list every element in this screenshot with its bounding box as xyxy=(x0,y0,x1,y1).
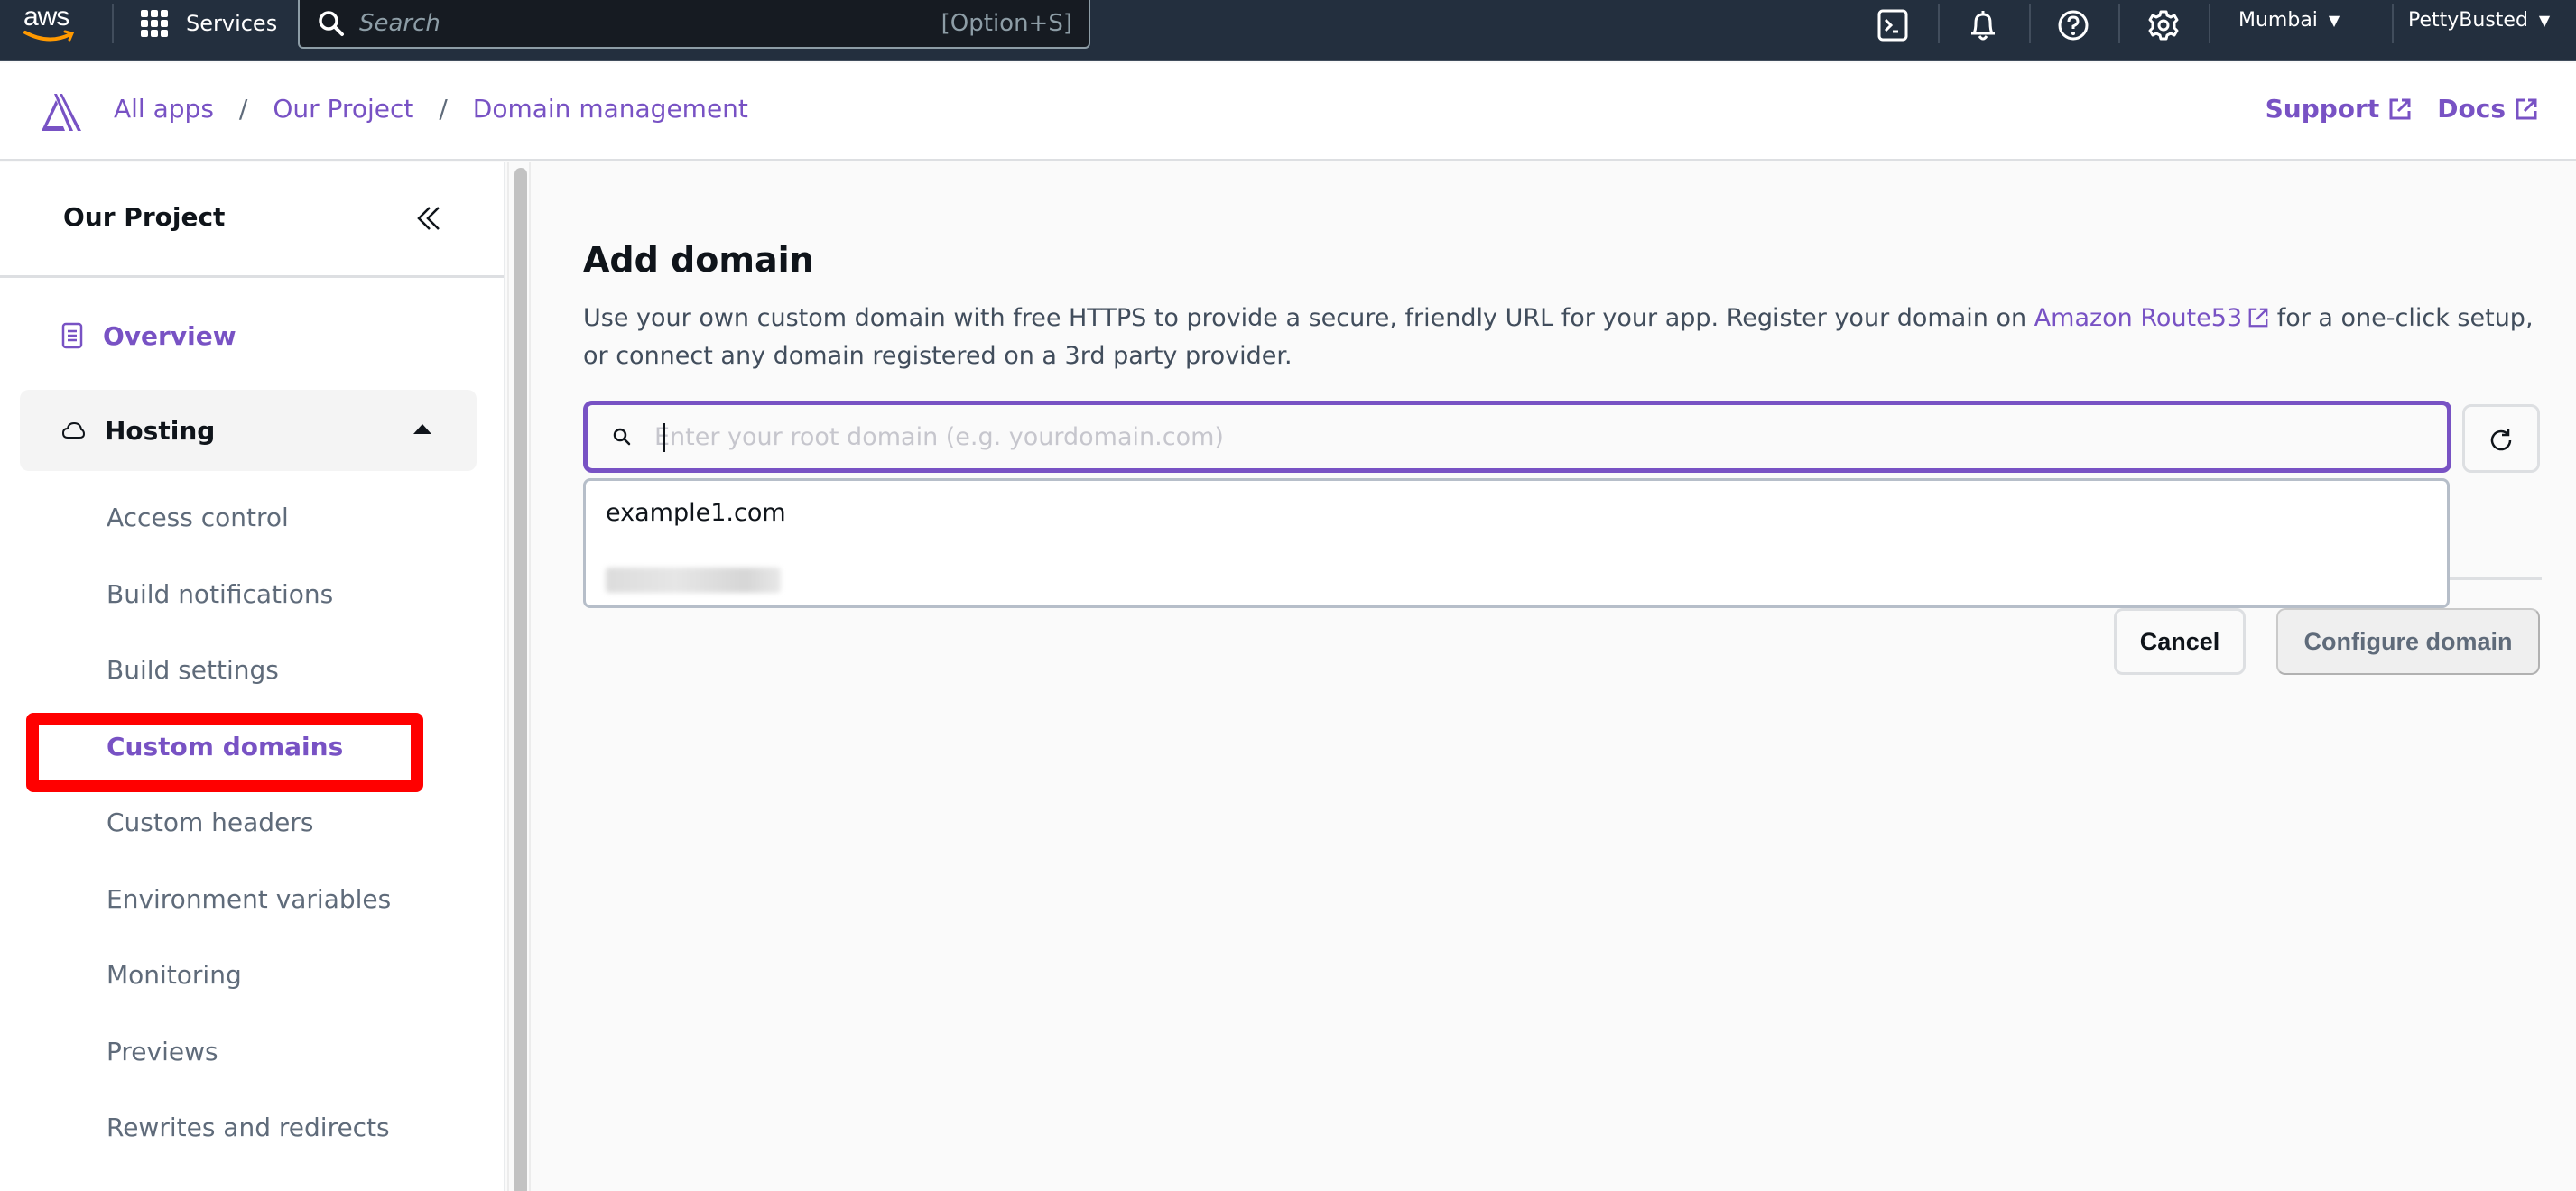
sidebar-item-build-notifications[interactable]: Build notifications xyxy=(107,579,333,609)
breadcrumb-our-project[interactable]: Our Project xyxy=(273,94,413,124)
sidebar-item-label: Overview xyxy=(103,320,236,351)
page-description: Use your own custom domain with free HTT… xyxy=(583,300,2551,375)
configure-domain-button[interactable]: Configure domain xyxy=(2276,608,2540,675)
cloud-icon xyxy=(61,421,85,439)
topbar-divider xyxy=(2029,4,2031,43)
help-button[interactable] xyxy=(2055,7,2091,43)
route53-link[interactable]: Amazon Route53 xyxy=(2034,304,2269,332)
refresh-button[interactable] xyxy=(2462,404,2540,473)
sidebar-item-environment-variables[interactable]: Environment variables xyxy=(107,884,391,914)
search-shortcut-hint: [Option+S] xyxy=(941,10,1072,37)
bell-icon xyxy=(1971,11,1995,41)
gear-icon xyxy=(2148,10,2179,41)
cloudshell-button[interactable] xyxy=(1875,7,1911,43)
global-search-input[interactable]: Search [Option+S] xyxy=(298,0,1090,49)
services-grid-icon xyxy=(141,10,168,37)
description-text: Use your own custom domain with free HTT… xyxy=(583,304,2034,332)
sidebar-item-overview[interactable]: Overview xyxy=(56,318,236,354)
dropdown-option-blurred[interactable] xyxy=(606,568,781,593)
account-menu[interactable]: PettyBusted ▼ xyxy=(2408,9,2550,32)
search-placeholder: Search xyxy=(359,10,440,37)
aws-logo-text: aws xyxy=(23,2,69,32)
docs-link[interactable]: Docs xyxy=(2437,94,2538,124)
sidebar-section-hosting[interactable]: Hosting xyxy=(20,390,477,471)
caret-down-icon: ▼ xyxy=(2538,12,2551,29)
external-link-icon xyxy=(2516,98,2537,119)
sidebar-item-custom-headers[interactable]: Custom headers xyxy=(107,808,313,837)
refresh-icon xyxy=(2490,429,2512,451)
root-domain-input-field[interactable] xyxy=(583,401,2451,473)
double-chevron-left-icon xyxy=(417,207,440,230)
docs-label: Docs xyxy=(2437,94,2506,124)
search-icon xyxy=(613,428,631,446)
collapse-sidebar-button[interactable] xyxy=(412,202,448,238)
breadcrumb-domain-management[interactable]: Domain management xyxy=(473,94,748,124)
sidebar-header: Our Project xyxy=(0,162,504,278)
support-label: Support xyxy=(2265,94,2380,124)
route53-link-label: Amazon Route53 xyxy=(2034,304,2243,332)
header-links: Support Docs xyxy=(2266,94,2538,124)
account-name: PettyBusted xyxy=(2408,9,2528,32)
amplify-logo[interactable] xyxy=(40,92,85,135)
topbar-divider xyxy=(1938,4,1940,43)
scrollbar-thumb[interactable] xyxy=(514,168,527,1191)
root-domain-input[interactable] xyxy=(654,422,2447,451)
services-menu-button[interactable]: Services xyxy=(141,7,277,40)
sidebar-title: Our Project xyxy=(63,202,226,232)
sidebar-item-previews[interactable]: Previews xyxy=(107,1037,218,1066)
sidebar-item-rewrites-and-redirects[interactable]: Rewrites and redirects xyxy=(107,1113,390,1142)
sidebar-item-custom-domains[interactable]: Custom domains xyxy=(107,732,343,762)
sidebar-item-access-control[interactable]: Access control xyxy=(107,503,289,532)
breadcrumb-all-apps[interactable]: All apps xyxy=(114,94,214,124)
breadcrumb: All apps / Our Project / Domain manageme… xyxy=(114,94,748,124)
app-header: All apps / Our Project / Domain manageme… xyxy=(0,63,2576,161)
help-icon xyxy=(2058,10,2089,41)
topbar-divider xyxy=(2392,4,2394,43)
sidebar-item-monitoring[interactable]: Monitoring xyxy=(107,960,242,990)
caret-up-icon xyxy=(413,424,431,434)
region-selector[interactable]: Mumbai ▼ xyxy=(2238,9,2340,32)
aws-smile-icon xyxy=(23,30,75,42)
amplify-logo-icon xyxy=(42,94,81,131)
cancel-button[interactable]: Cancel xyxy=(2114,608,2246,675)
topbar-divider xyxy=(2209,4,2210,43)
sidebar-item-build-settings[interactable]: Build settings xyxy=(107,655,279,685)
side-navigation: Our Project Overview Hosting Access cont… xyxy=(0,162,505,1191)
aws-top-navigation: aws Services Search [Option+S] Mumbai ▼ xyxy=(0,0,2576,61)
topbar-divider xyxy=(112,4,114,43)
settings-button[interactable] xyxy=(2145,7,2182,43)
cloudshell-icon xyxy=(1877,9,1908,42)
dropdown-option[interactable]: example1.com xyxy=(606,499,786,527)
breadcrumb-separator: / xyxy=(439,94,448,124)
main-content: Add domain Use your own custom domain wi… xyxy=(533,162,2576,1191)
support-link[interactable]: Support xyxy=(2266,94,2413,124)
document-icon xyxy=(61,322,83,349)
search-icon xyxy=(316,8,347,39)
topbar-divider xyxy=(2118,4,2120,43)
sidebar-section-label: Hosting xyxy=(105,415,216,446)
sidebar-scrollbar[interactable] xyxy=(507,162,531,1191)
section-divider xyxy=(2450,577,2542,580)
aws-logo[interactable]: aws xyxy=(23,2,81,42)
page-title: Add domain xyxy=(583,240,814,280)
breadcrumb-separator: / xyxy=(238,94,248,124)
external-link-icon xyxy=(2389,98,2411,119)
notifications-button[interactable] xyxy=(1965,7,2001,43)
region-label: Mumbai xyxy=(2238,9,2318,32)
caret-down-icon: ▼ xyxy=(2328,12,2340,29)
domain-suggestions-dropdown: example1.com xyxy=(583,478,2450,608)
external-link-icon xyxy=(2248,308,2268,328)
services-label: Services xyxy=(186,11,278,36)
text-cursor xyxy=(663,423,665,452)
